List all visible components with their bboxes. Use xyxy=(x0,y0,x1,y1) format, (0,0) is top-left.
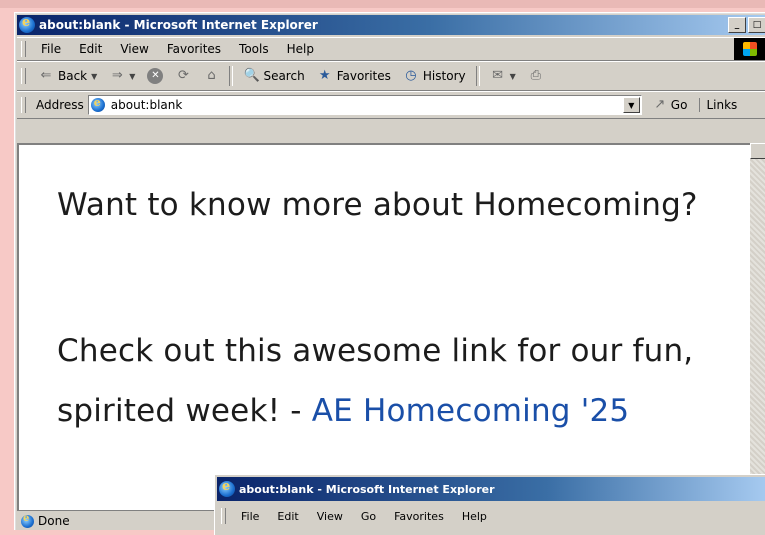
second-menu-view[interactable]: View xyxy=(308,510,352,523)
menu-file[interactable]: File xyxy=(32,42,70,56)
second-ie-logo-icon xyxy=(219,479,235,497)
mail-dropdown-icon[interactable]: ▼ xyxy=(510,72,516,81)
favorites-label: Favorites xyxy=(336,69,391,83)
maximize-button[interactable]: □ xyxy=(748,17,765,33)
history-icon: ◷ xyxy=(405,68,417,83)
page-content: Want to know more about Homecoming? Chec… xyxy=(17,143,764,510)
history-button[interactable]: ◷ History xyxy=(397,68,472,84)
go-button[interactable]: ↗ Go xyxy=(652,97,688,113)
search-button[interactable]: 🔍 Search xyxy=(237,68,310,84)
back-dropdown-icon[interactable]: ▼ xyxy=(91,72,97,81)
second-menu-grip[interactable] xyxy=(221,508,226,524)
second-menu-favorites[interactable]: Favorites xyxy=(385,510,453,523)
second-title-bar[interactable]: about:blank - Microsoft Internet Explore… xyxy=(217,477,765,501)
browser-window: about:blank - Microsoft Internet Explore… xyxy=(14,12,765,530)
second-browser-window: about:blank - Microsoft Internet Explore… xyxy=(214,474,765,535)
refresh-icon: ⟳ xyxy=(178,68,189,83)
status-page-icon xyxy=(21,513,34,528)
go-label: Go xyxy=(670,98,688,112)
scroll-up-button[interactable] xyxy=(750,143,765,159)
address-bar: Address about:blank ▼ ↗ Go Links xyxy=(17,91,765,119)
menu-tools[interactable]: Tools xyxy=(230,42,278,56)
toolbar-separator xyxy=(229,66,234,86)
second-menu-edit[interactable]: Edit xyxy=(268,510,307,523)
address-label: Address xyxy=(36,98,84,112)
search-label: Search xyxy=(263,69,305,83)
menu-favorites[interactable]: Favorites xyxy=(158,42,230,56)
forward-button[interactable]: ⇒ ▼ xyxy=(103,68,141,84)
go-arrow-icon: ↗ xyxy=(654,97,666,112)
homecoming-link[interactable]: AE Homecoming '25 xyxy=(312,393,630,429)
mail-icon: ✉ xyxy=(492,68,504,83)
refresh-button[interactable]: ⟳ xyxy=(169,68,197,84)
print-button[interactable]: ⎙ xyxy=(522,68,550,84)
message-line-3-prefix: spirited week! - xyxy=(57,393,312,429)
status-text: Done xyxy=(38,514,70,528)
home-icon: ⌂ xyxy=(207,68,216,83)
window-title: about:blank - Microsoft Internet Explore… xyxy=(39,18,318,32)
second-menu-bar: File Edit View Go Favorites Help xyxy=(217,505,765,527)
links-button[interactable]: Links xyxy=(699,98,737,112)
address-dropdown-icon[interactable]: ▼ xyxy=(622,97,640,113)
menu-edit[interactable]: Edit xyxy=(70,42,111,56)
minimize-button[interactable]: _ xyxy=(728,17,746,33)
second-menu-file[interactable]: File xyxy=(232,510,268,523)
toolbar-separator xyxy=(475,66,480,86)
message-line-3: spirited week! - AE Homecoming '25 xyxy=(57,393,629,429)
desktop-background xyxy=(0,0,765,8)
favorites-icon: ★ xyxy=(318,68,331,83)
print-icon: ⎙ xyxy=(530,68,541,83)
home-button[interactable]: ⌂ xyxy=(197,68,225,84)
ie-logo-icon xyxy=(19,15,35,33)
address-value: about:blank xyxy=(110,98,183,112)
second-menu-help[interactable]: Help xyxy=(453,510,496,523)
address-grip[interactable] xyxy=(21,97,26,113)
second-window-title: about:blank - Microsoft Internet Explore… xyxy=(239,482,495,496)
stop-icon: ✕ xyxy=(147,68,164,84)
message-line-2: Check out this awesome link for our fun, xyxy=(57,333,694,369)
forward-dropdown-icon[interactable]: ▼ xyxy=(129,72,135,81)
history-label: History xyxy=(422,69,466,83)
standard-toolbar: ⇐ Back ▼ ⇒ ▼ ✕ ⟳ ⌂ 🔍 Search ★ Favorites … xyxy=(17,61,765,91)
favorites-button[interactable]: ★ Favorites xyxy=(311,68,397,84)
toolbar-grip[interactable] xyxy=(21,68,26,84)
address-input[interactable]: about:blank ▼ xyxy=(87,95,642,115)
message-line-1: Want to know more about Homecoming? xyxy=(57,187,698,223)
search-icon: 🔍 xyxy=(243,68,260,83)
menu-view[interactable]: View xyxy=(111,42,157,56)
windows-logo-icon xyxy=(734,38,765,60)
back-arrow-icon: ⇐ xyxy=(40,68,52,83)
forward-arrow-icon: ⇒ xyxy=(111,68,123,83)
stop-button[interactable]: ✕ xyxy=(141,68,169,84)
second-menu-go[interactable]: Go xyxy=(352,510,385,523)
menu-grip[interactable] xyxy=(21,41,26,57)
page-icon xyxy=(90,96,105,112)
menu-help[interactable]: Help xyxy=(278,42,323,56)
back-label: Back xyxy=(58,69,88,83)
menu-bar: File Edit View Favorites Tools Help xyxy=(17,37,765,61)
vertical-scrollbar[interactable] xyxy=(750,143,765,508)
back-button[interactable]: ⇐ Back ▼ xyxy=(32,68,103,84)
mail-button[interactable]: ✉ ▼ xyxy=(484,68,522,84)
title-bar[interactable]: about:blank - Microsoft Internet Explore… xyxy=(17,15,765,35)
status-bar: Done xyxy=(17,510,217,531)
